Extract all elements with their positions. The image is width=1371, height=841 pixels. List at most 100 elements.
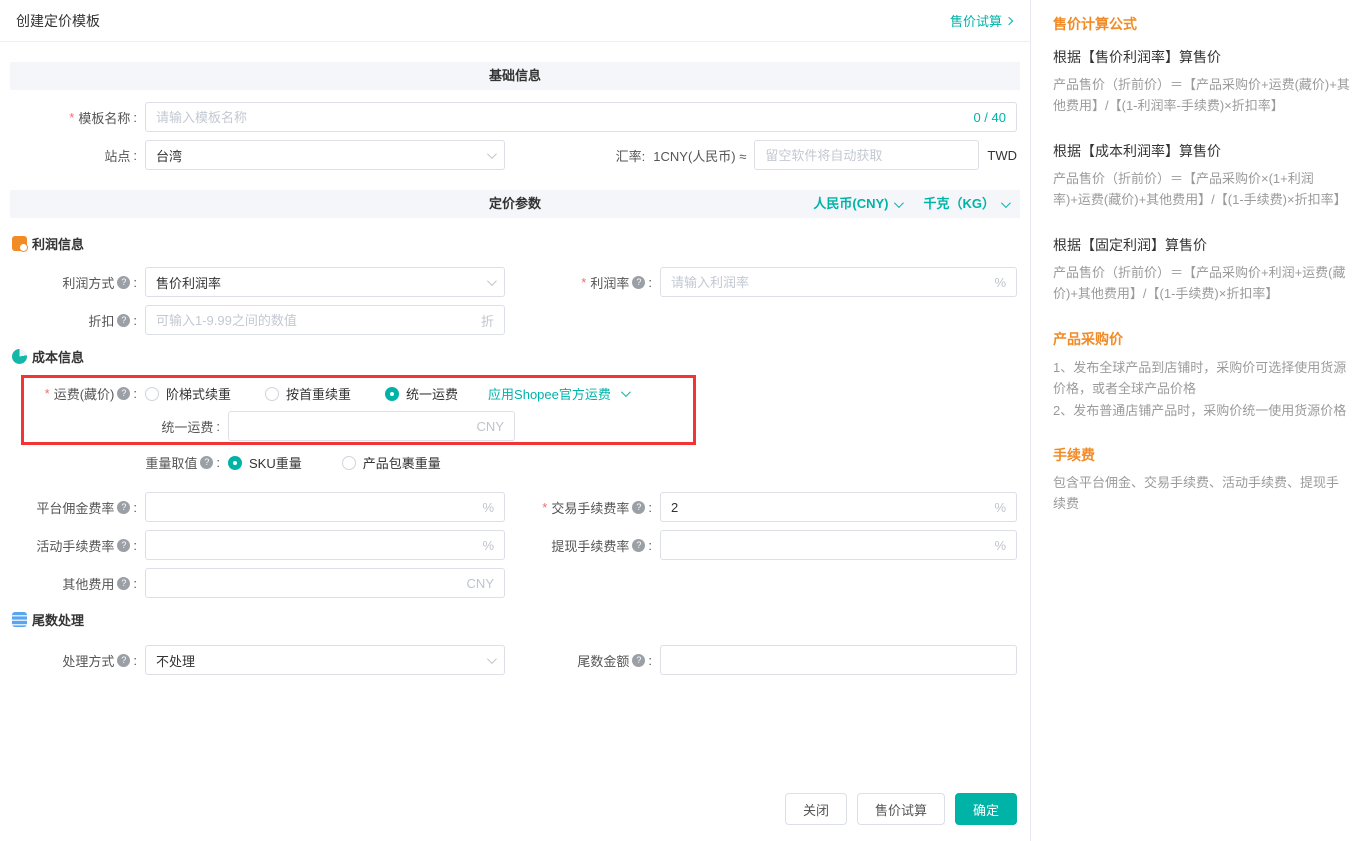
chevron-down-icon <box>487 149 497 159</box>
radio-icon <box>228 456 242 470</box>
other-fee-box: CNY <box>145 568 505 598</box>
percent-suffix: % <box>994 275 1006 290</box>
tail-amount-input[interactable] <box>671 646 1006 674</box>
site-label: 站点: <box>0 146 145 165</box>
help-sidebar: 售价计算公式 根据【售价利润率】算售价 产品售价（折前价）＝【产品采购价+运费(… <box>1030 0 1371 841</box>
template-name-label: * 模板名称: <box>0 108 145 127</box>
help-icon[interactable]: ? <box>632 501 645 514</box>
chevron-down-icon <box>487 276 497 286</box>
radio-first-weight[interactable]: 按首重续重 <box>265 384 351 403</box>
profit-rate-label: * 利润率 ? : <box>505 273 660 292</box>
profit-rate-input[interactable] <box>671 268 988 296</box>
shipping-radio-group: 阶梯式续重 按首重续重 统一运费 <box>145 384 458 403</box>
radio-icon <box>342 456 356 470</box>
weight-unit-select[interactable]: 千克（KG） <box>923 190 1008 218</box>
help-icon[interactable]: ? <box>632 276 645 289</box>
dialog-header: 创建定价模板 售价试算 <box>0 0 1030 42</box>
unified-shipping-input[interactable] <box>239 412 471 440</box>
basic-info-title: 基础信息 <box>489 68 541 83</box>
cost-info-title: 成本信息 <box>32 347 84 366</box>
tail-section-title: 尾数处理 <box>32 610 84 629</box>
required-asterisk: * <box>542 500 547 515</box>
unified-shipping-row: 统一运费: CNY <box>0 411 1030 441</box>
rate-label: 汇率: <box>616 146 646 165</box>
pricing-params-section-bar: 定价参数 人民币(CNY) 千克（KG） <box>10 190 1020 218</box>
price-trial-button[interactable]: 售价试算 <box>857 793 945 825</box>
help-icon[interactable]: ? <box>632 539 645 552</box>
tail-amount-label: 尾数金额 ? : <box>505 651 660 670</box>
fee-title: 手续费 <box>1053 445 1351 465</box>
pricing-template-dialog: 创建定价模板 售价试算 基础信息 * 模板名称: 0 / 40 站点: <box>0 0 1371 841</box>
discount-suffix: 折 <box>481 311 494 330</box>
chevron-down-icon <box>621 387 631 397</box>
radio-package-weight[interactable]: 产品包裹重量 <box>342 453 441 472</box>
help-icon[interactable]: ? <box>117 539 130 552</box>
cny-suffix: CNY <box>477 419 504 434</box>
tail-mode-select[interactable]: 不处理 <box>145 645 505 675</box>
profit-mode-label: 利润方式 ? : <box>0 273 145 292</box>
shipping-label: * 运费(藏价) ? : <box>0 384 145 403</box>
unified-shipping-box: CNY <box>228 411 515 441</box>
other-fee-input[interactable] <box>156 569 461 597</box>
tail-mode-row: 处理方式 ? : 不处理 尾数金额 ? : <box>0 645 1030 675</box>
help-icon[interactable]: ? <box>117 387 130 400</box>
form-panel: 创建定价模板 售价试算 基础信息 * 模板名称: 0 / 40 站点: <box>0 0 1030 841</box>
apply-shopee-shipping-link[interactable]: 应用Shopee官方运费 <box>488 384 628 403</box>
profit-rate-box: % <box>660 267 1017 297</box>
formula-title: 售价计算公式 <box>1053 14 1351 34</box>
profit-mode-select[interactable]: 售价利润率 <box>145 267 505 297</box>
price-trial-link[interactable]: 售价试算 <box>950 11 1012 30</box>
purchase-line: 2、发布普通店铺产品时，采购价统一使用货源价格 <box>1053 400 1351 421</box>
chevron-down-icon <box>1001 198 1011 208</box>
transaction-fee-box: % <box>660 492 1017 522</box>
discount-box: 折 <box>145 305 505 335</box>
radio-unified-shipping[interactable]: 统一运费 <box>385 384 458 403</box>
transaction-fee-input[interactable] <box>671 493 988 521</box>
percent-suffix: % <box>994 500 1006 515</box>
help-icon[interactable]: ? <box>117 654 130 667</box>
discount-input[interactable] <box>156 306 475 334</box>
rate-currency: TWD <box>987 148 1017 163</box>
unit-selectors: 人民币(CNY) 千克（KG） <box>813 190 1008 218</box>
discount-label: 折扣 ? : <box>0 311 145 330</box>
platform-commission-input[interactable] <box>156 493 476 521</box>
profit-info-icon <box>12 236 27 251</box>
formula-body: 产品售价（折前价）＝【产品采购价×(1+利润率)+运费(藏价)+其他费用】/【(… <box>1053 168 1351 211</box>
currency-select[interactable]: 人民币(CNY) <box>813 190 901 218</box>
withdraw-fee-label: 提现手续费率 ? : <box>505 536 660 555</box>
tail-mode-label: 处理方式 ? : <box>0 651 145 670</box>
required-asterisk: * <box>69 110 74 125</box>
withdraw-fee-box: % <box>660 530 1017 560</box>
arrow-right-icon <box>1005 16 1013 24</box>
exchange-rate-input[interactable] <box>765 141 968 169</box>
formula-heading: 根据【售价利润率】算售价 <box>1053 47 1351 67</box>
help-icon[interactable]: ? <box>117 577 130 590</box>
activity-fee-input[interactable] <box>156 531 476 559</box>
purchase-price-title: 产品采购价 <box>1053 329 1351 349</box>
radio-tiered-weight[interactable]: 阶梯式续重 <box>145 384 231 403</box>
cny-suffix: CNY <box>467 576 494 591</box>
confirm-button[interactable]: 确定 <box>955 793 1017 825</box>
purchase-price-lines: 1、发布全球产品到店铺时，采购价可选择使用货源价格，或者全球产品价格 2、发布普… <box>1053 357 1351 421</box>
char-counter: 0 / 40 <box>973 110 1006 125</box>
help-icon[interactable]: ? <box>200 456 213 469</box>
weight-source-label: 重量取值 ? : <box>0 453 228 472</box>
help-icon[interactable]: ? <box>117 314 130 327</box>
template-name-row: * 模板名称: 0 / 40 <box>0 102 1030 132</box>
formula-heading: 根据【固定利润】算售价 <box>1053 235 1351 255</box>
site-select[interactable]: 台湾 <box>145 140 505 170</box>
rate-box <box>754 140 979 170</box>
tail-amount-box <box>660 645 1017 675</box>
help-icon[interactable]: ? <box>632 654 645 667</box>
close-button[interactable]: 关闭 <box>785 793 847 825</box>
template-name-input[interactable] <box>156 103 967 131</box>
help-icon[interactable]: ? <box>117 276 130 289</box>
withdraw-fee-input[interactable] <box>671 531 988 559</box>
radio-sku-weight[interactable]: SKU重量 <box>228 453 302 472</box>
formula-section: 根据【售价利润率】算售价 产品售价（折前价）＝【产品采购价+运费(藏价)+其他费… <box>1053 47 1351 117</box>
help-icon[interactable]: ? <box>117 501 130 514</box>
site-rate-row: 站点: 台湾 汇率: 1CNY(人民币) ≈ TWD <box>0 140 1030 170</box>
tail-mode-value: 不处理 <box>156 651 195 670</box>
page-title: 创建定价模板 <box>16 11 100 31</box>
activity-withdraw-row: 活动手续费率 ? : % 提现手续费率 ? : % <box>0 530 1030 560</box>
